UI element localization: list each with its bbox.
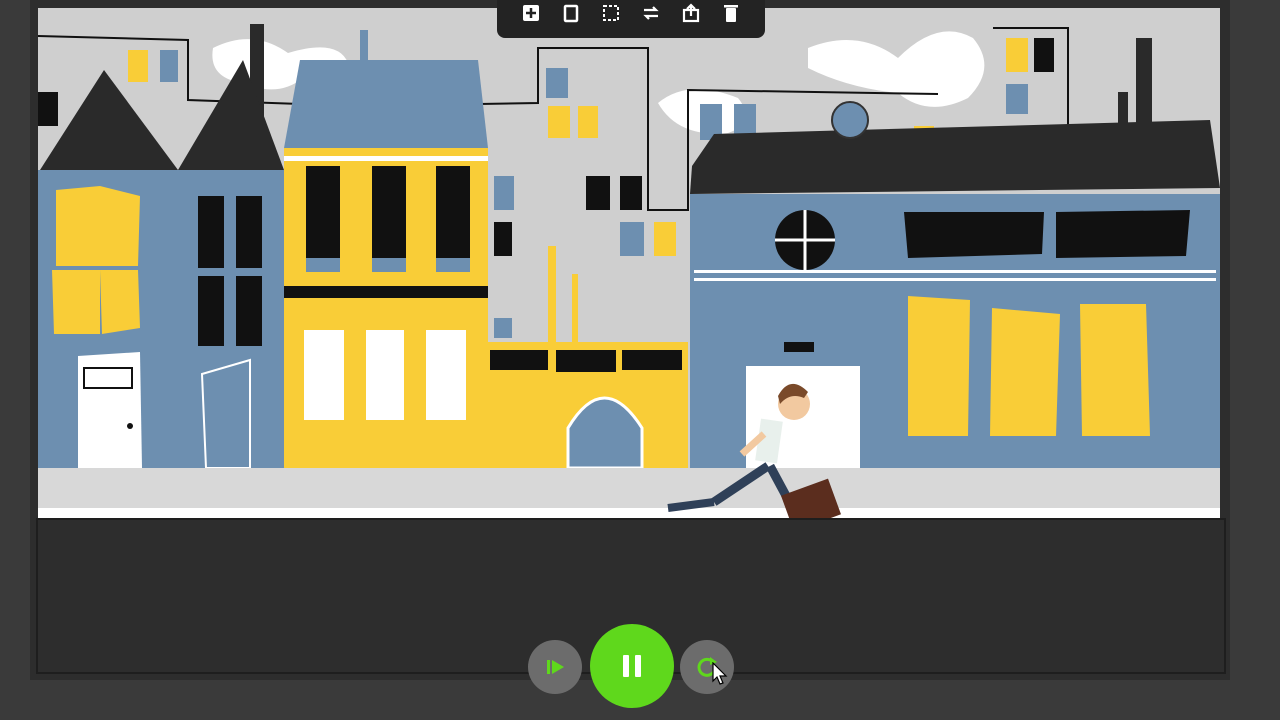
mouse-cursor-icon [712, 662, 728, 685]
export-icon[interactable] [680, 2, 702, 24]
scene-toolbar [497, 0, 765, 38]
play-from-start-button[interactable] [528, 640, 582, 694]
swap-icon[interactable] [640, 2, 662, 24]
select-area-icon[interactable] [600, 2, 622, 24]
pause-icon [623, 655, 641, 677]
play-from-start-icon [547, 660, 564, 674]
delete-icon[interactable] [720, 2, 742, 24]
duplicate-icon[interactable] [560, 2, 582, 24]
add-scene-icon[interactable] [520, 2, 542, 24]
pause-button[interactable] [590, 624, 674, 708]
scene-canvas[interactable] [38, 8, 1220, 518]
playback-controls [528, 624, 738, 708]
city-street-illustration [38, 24, 1220, 518]
